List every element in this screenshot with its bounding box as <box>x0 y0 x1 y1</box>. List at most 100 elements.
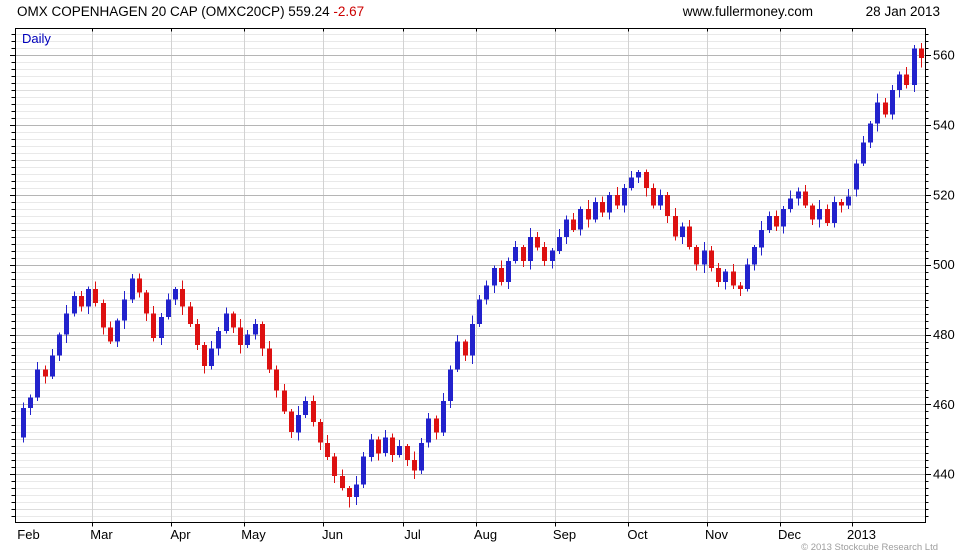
candle <box>463 341 468 356</box>
month-label: Mar <box>90 527 113 542</box>
candle <box>752 247 757 265</box>
candle <box>702 250 707 265</box>
candle <box>535 236 540 248</box>
candle <box>188 306 193 325</box>
candle <box>680 226 685 237</box>
candle <box>376 439 381 454</box>
candle <box>615 194 620 206</box>
candle <box>354 484 359 497</box>
candle <box>477 299 482 324</box>
candle <box>311 400 316 422</box>
candle <box>108 327 113 342</box>
svg-text:520: 520 <box>933 187 955 202</box>
timeframe-label: Daily <box>22 31 51 46</box>
candle <box>390 437 395 455</box>
candle <box>875 102 880 124</box>
svg-text:540: 540 <box>933 118 955 133</box>
candle <box>550 250 555 262</box>
candle <box>651 187 656 206</box>
candle <box>564 219 569 237</box>
candle <box>144 292 149 314</box>
candle <box>274 369 279 391</box>
candle <box>86 289 91 307</box>
gridlines-minor <box>15 34 925 517</box>
candle <box>897 74 902 91</box>
candle <box>260 324 265 349</box>
candle <box>209 348 214 366</box>
month-label: Nov <box>705 527 729 542</box>
candle <box>810 205 815 220</box>
svg-text:500: 500 <box>933 257 955 272</box>
candle <box>448 369 453 401</box>
candle <box>622 187 627 206</box>
candle <box>644 172 649 188</box>
candle <box>470 324 475 356</box>
candle <box>796 191 801 199</box>
candle <box>788 198 793 209</box>
month-label: Oct <box>627 527 648 542</box>
candle <box>694 247 699 265</box>
candle <box>716 268 721 283</box>
candle <box>202 345 207 366</box>
candle <box>673 215 678 237</box>
svg-text:460: 460 <box>933 397 955 412</box>
candle <box>825 208 830 223</box>
month-label: Sep <box>553 527 576 542</box>
candle <box>347 488 352 497</box>
candle <box>506 261 511 283</box>
candle <box>557 236 562 251</box>
candle <box>868 123 873 143</box>
month-label: Aug <box>474 527 497 542</box>
gridlines-month <box>92 28 853 522</box>
candle <box>492 268 497 286</box>
candle <box>890 90 895 115</box>
candle <box>238 327 243 345</box>
candle <box>709 250 714 269</box>
month-label: Jul <box>404 527 421 542</box>
candle <box>513 247 518 262</box>
candle <box>318 421 323 443</box>
candle <box>665 194 670 216</box>
candle <box>629 177 634 188</box>
candle <box>738 285 743 290</box>
candle <box>521 247 526 262</box>
candle <box>289 411 294 433</box>
candle <box>216 331 221 349</box>
candle <box>325 442 330 457</box>
candles <box>21 43 924 508</box>
chart-page: OMX COPENHAGEN 20 CAP (OMXC20CP) 559.24 … <box>0 0 980 560</box>
candle <box>340 475 345 489</box>
candle <box>282 390 287 412</box>
candle <box>528 236 533 262</box>
candle <box>542 247 547 262</box>
candle <box>883 102 888 115</box>
candle <box>224 313 229 332</box>
month-label: Feb <box>17 527 39 542</box>
y-axis-ticks <box>10 34 931 517</box>
y-axis-labels: 440 460 480 500 520 540 560 <box>933 48 955 482</box>
svg-text:480: 480 <box>933 327 955 342</box>
candle <box>600 201 605 213</box>
month-label: Jun <box>322 527 343 542</box>
candle <box>245 334 250 345</box>
candle <box>586 208 591 220</box>
candle <box>904 74 909 85</box>
candle <box>658 194 663 206</box>
month-label: 2013 <box>847 527 876 542</box>
svg-text:440: 440 <box>933 467 955 482</box>
candle <box>767 215 772 230</box>
candle <box>861 142 866 164</box>
candle <box>419 442 424 471</box>
month-label: Apr <box>170 527 191 542</box>
candle <box>593 201 598 220</box>
candle <box>731 271 736 286</box>
candle <box>803 191 808 206</box>
candle <box>919 48 924 58</box>
candle <box>607 194 612 213</box>
candle <box>854 163 859 190</box>
candle <box>151 313 156 338</box>
candle <box>817 208 822 220</box>
candle <box>72 296 77 314</box>
candle <box>745 264 750 290</box>
candle <box>296 414 301 433</box>
